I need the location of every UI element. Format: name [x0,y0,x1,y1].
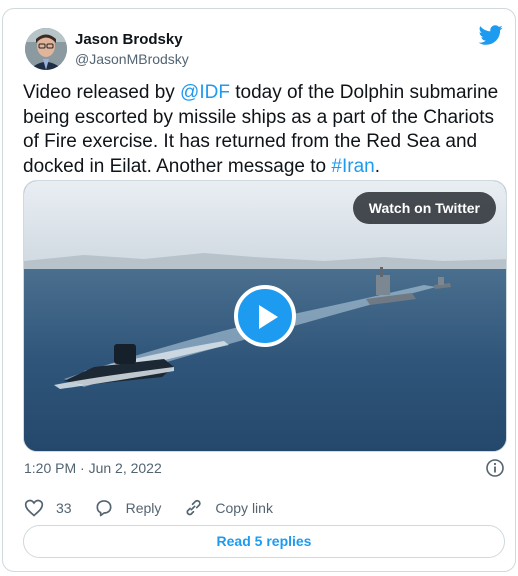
reply-icon [96,500,112,517]
avatar-image [25,28,67,70]
tweet-text: Video released by @IDF today of the Dolp… [23,81,509,179]
play-button[interactable] [234,285,296,347]
tweet-text-part: . [374,155,381,177]
reply-label: Reply [125,500,162,516]
author-handle[interactable]: @JasonMBrodsky [75,50,189,68]
tweet-timestamp[interactable]: 1:20 PM · Jun 2, 2022 [24,459,162,477]
mention-link[interactable]: @IDF [180,82,230,103]
copy-link-label: Copy link [215,500,273,516]
watch-on-twitter-button[interactable]: Watch on Twitter [352,192,496,224]
author-name[interactable]: Jason Brodsky [75,31,189,49]
like-button[interactable]: 33 [24,498,72,518]
like-count: 33 [56,500,72,516]
copy-link-button[interactable]: Copy link [183,498,273,518]
read-replies-button[interactable]: Read 5 replies [23,525,505,558]
action-bar: 33 Reply Copy link [24,497,295,519]
hashtag-link[interactable]: #Iran [331,156,374,177]
author-block[interactable]: Jason Brodsky @JasonMBrodsky [75,31,189,68]
twitter-bird-icon[interactable] [479,23,503,47]
heart-icon [24,499,44,517]
play-icon [259,305,278,329]
link-icon [186,499,201,516]
reply-button[interactable]: Reply [94,498,162,518]
video-thumbnail[interactable]: Watch on Twitter [23,180,507,452]
tweet-card: Jason Brodsky @JasonMBrodsky Video relea… [2,8,516,572]
avatar[interactable] [25,28,67,70]
tweet-text-part: Video released by [23,82,181,103]
info-icon[interactable] [485,458,505,478]
